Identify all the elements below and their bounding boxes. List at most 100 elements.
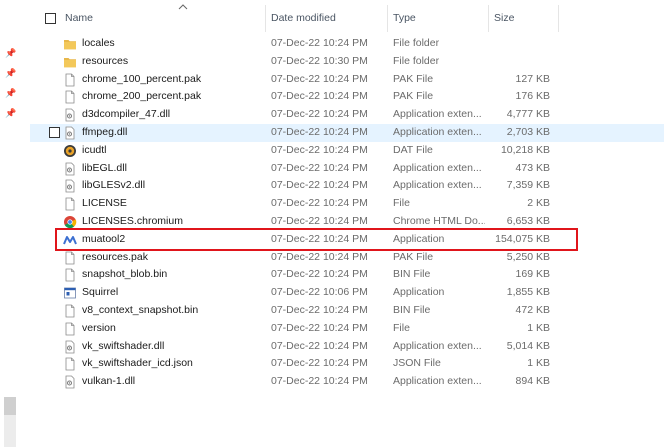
file-type: File	[393, 197, 410, 210]
file-type: Application exten...	[393, 339, 482, 352]
file-date-modified: 07-Dec-22 10:24 PM	[271, 125, 368, 138]
file-icon	[63, 251, 77, 265]
column-header-size[interactable]: Size	[494, 12, 514, 24]
sort-ascending-icon	[178, 4, 188, 10]
file-size: 169 KB	[515, 268, 550, 281]
file-size: 1 KB	[527, 357, 550, 370]
file-name: d3dcompiler_47.dll	[82, 108, 171, 121]
file-date-modified: 07-Dec-22 10:24 PM	[271, 357, 368, 370]
file-row[interactable]: d3dcompiler_47.dll 07-Dec-22 10:24 PM Appl…	[30, 106, 664, 124]
file-row[interactable]: libEGL.dll 07-Dec-22 10:24 PM Application …	[30, 160, 664, 178]
file-row[interactable]: LICENSE 07-Dec-22 10:24 PM File 2 KB	[30, 195, 664, 213]
file-type: Application exten...	[393, 161, 482, 174]
dat-icon	[63, 144, 77, 158]
file-name: libEGL.dll	[82, 161, 127, 174]
file-size: 127 KB	[515, 72, 550, 85]
file-name: resources	[82, 54, 129, 67]
file-name: vulkan-1.dll	[82, 375, 136, 388]
file-row[interactable]: Squirrel 07-Dec-22 10:06 PM Application 1,8…	[30, 284, 664, 302]
file-size: 176 KB	[515, 90, 550, 103]
row-checkbox[interactable]	[49, 126, 60, 138]
file-row[interactable]: vk_swiftshader.dll 07-Dec-22 10:24 PM Appl…	[30, 338, 664, 356]
highlight-annotation-box	[55, 228, 578, 251]
scrollbar-thumb[interactable]	[4, 397, 16, 415]
file-type: Application exten...	[393, 179, 482, 192]
file-type: File folder	[393, 37, 440, 49]
column-divider[interactable]	[265, 5, 266, 32]
file-row[interactable]: locales 07-Dec-22 10:24 PM File folder	[30, 35, 664, 53]
file-type: Application	[393, 286, 445, 299]
file-row[interactable]: ffmpeg.dll 07-Dec-22 10:24 PM Application …	[30, 123, 664, 142]
file-name: v8_context_snapshot.bin	[82, 303, 199, 316]
file-name: Squirrel	[82, 286, 119, 299]
file-date-modified: 07-Dec-22 10:24 PM	[271, 108, 368, 121]
file-row[interactable]: v8_context_snapshot.bin 07-Dec-22 10:24 P…	[30, 302, 664, 320]
file-date-modified: 07-Dec-22 10:24 PM	[271, 90, 368, 103]
file-name: resources.pak	[82, 250, 148, 263]
file-date-modified: 07-Dec-22 10:24 PM	[271, 268, 368, 281]
file-date-modified: 07-Dec-22 10:24 PM	[271, 37, 368, 49]
file-icon	[63, 322, 77, 336]
file-list: locales 07-Dec-22 10:24 PM File folder reso…	[30, 35, 664, 391]
file-name: ffmpeg.dll	[82, 125, 128, 138]
file-size: 10,218 KB	[500, 143, 550, 156]
file-row[interactable]: chrome_200_percent.pak 07-Dec-22 10:24 PM…	[30, 88, 664, 106]
file-row[interactable]: libGLESv2.dll 07-Dec-22 10:24 PM Applicati…	[30, 177, 664, 195]
pin-icon[interactable]: 📌	[5, 68, 16, 78]
dll-icon	[63, 340, 77, 354]
file-type: DAT File	[393, 143, 433, 156]
column-divider[interactable]	[558, 5, 559, 32]
file-icon	[63, 357, 77, 371]
file-type: Application exten...	[393, 375, 482, 388]
file-size: 2,703 KB	[506, 125, 550, 138]
chrome-icon	[63, 215, 77, 229]
dll-icon	[63, 179, 77, 193]
pin-icon[interactable]: 📌	[5, 88, 16, 98]
file-date-modified: 07-Dec-22 10:24 PM	[271, 303, 368, 316]
file-date-modified: 07-Dec-22 10:24 PM	[271, 179, 368, 192]
file-date-modified: 07-Dec-22 10:24 PM	[271, 250, 368, 263]
file-row[interactable]: version 07-Dec-22 10:24 PM File 1 KB	[30, 320, 664, 338]
scrollbar-track[interactable]	[4, 415, 16, 447]
file-size: 2 KB	[527, 197, 550, 210]
file-icon	[63, 197, 77, 211]
dll-icon	[63, 162, 77, 176]
file-name: chrome_100_percent.pak	[82, 72, 202, 85]
file-icon	[63, 304, 77, 318]
file-row[interactable]: vulkan-1.dll 07-Dec-22 10:24 PM Applicatio…	[30, 373, 664, 391]
file-type: PAK File	[393, 250, 434, 263]
file-icon	[63, 90, 77, 104]
column-header-type[interactable]: Type	[393, 12, 416, 24]
column-header-bar: Name Date modified Type Size	[30, 0, 664, 36]
file-type: PAK File	[393, 72, 434, 85]
file-size: 1 KB	[527, 321, 550, 334]
file-name: vk_swiftshader_icd.json	[82, 357, 193, 370]
dll-icon	[63, 126, 77, 140]
file-size: 894 KB	[515, 375, 550, 388]
column-divider[interactable]	[387, 5, 388, 32]
file-row[interactable]: resources.pak 07-Dec-22 10:24 PM PAK File 5…	[30, 249, 664, 267]
file-date-modified: 07-Dec-22 10:24 PM	[271, 321, 368, 334]
column-header-name[interactable]: Name	[65, 12, 93, 24]
file-row[interactable]: snapshot_blob.bin 07-Dec-22 10:24 PM BIN F…	[30, 266, 664, 284]
folder-icon	[63, 55, 77, 69]
pin-icon[interactable]: 📌	[5, 48, 16, 58]
file-name: vk_swiftshader.dll	[82, 339, 165, 352]
dll-icon	[63, 108, 77, 122]
file-type: JSON File	[393, 357, 441, 370]
file-name: icudtl	[82, 143, 107, 156]
file-date-modified: 07-Dec-22 10:06 PM	[271, 286, 368, 299]
column-header-date[interactable]: Date modified	[271, 12, 336, 24]
file-name: chrome_200_percent.pak	[82, 90, 202, 103]
file-row[interactable]: chrome_100_percent.pak 07-Dec-22 10:24 PM…	[30, 71, 664, 89]
exe-icon	[63, 286, 77, 300]
file-size: 1,855 KB	[506, 286, 550, 299]
file-type: BIN File	[393, 303, 431, 316]
column-divider[interactable]	[488, 5, 489, 32]
file-row[interactable]: resources 07-Dec-22 10:30 PM File folder	[30, 53, 664, 71]
file-row[interactable]: icudtl 07-Dec-22 10:24 PM DAT File 10,218 K…	[30, 142, 664, 160]
select-all-checkbox[interactable]	[45, 13, 56, 24]
file-type: File	[393, 321, 410, 334]
pin-icon[interactable]: 📌	[5, 108, 16, 118]
file-row[interactable]: vk_swiftshader_icd.json 07-Dec-22 10:24 P…	[30, 355, 664, 373]
